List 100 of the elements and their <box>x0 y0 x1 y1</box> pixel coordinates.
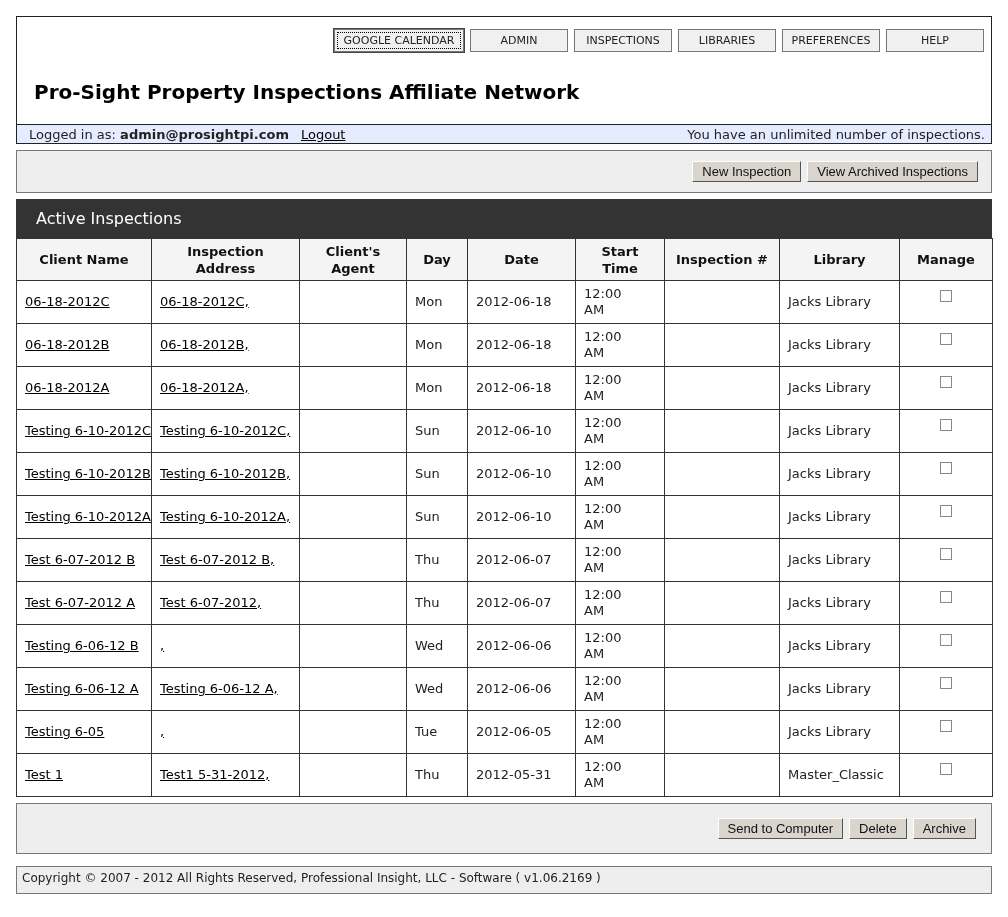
table-cell: Jacks Library <box>779 624 900 668</box>
nav-button[interactable]: HELP <box>886 29 984 52</box>
column-header: Manage <box>899 238 993 281</box>
column-header: Library <box>779 238 900 281</box>
table-cell: 12:00 AM <box>575 366 665 410</box>
manage-checkbox[interactable] <box>940 763 952 775</box>
table-cell: 2012-06-10 <box>467 495 576 539</box>
client-name-link[interactable]: 06-18-2012A <box>25 380 110 395</box>
action-button[interactable]: Send to Computer <box>717 818 844 839</box>
table-cell: Jacks Library <box>779 710 900 754</box>
client-name-link[interactable]: Test 6-07-2012 B <box>25 552 136 567</box>
table-cell: Jacks Library <box>779 452 900 496</box>
table-cell: Thu <box>406 581 468 625</box>
table-cell: Sun <box>406 452 468 496</box>
address-link[interactable]: Testing 6-10-2012C, <box>160 423 291 438</box>
manage-checkbox[interactable] <box>940 720 952 732</box>
address-link[interactable]: , <box>160 638 165 653</box>
client-name-link[interactable]: Testing 6-10-2012C <box>25 423 152 438</box>
nav-button[interactable]: GOOGLE CALENDAR <box>334 29 464 52</box>
manage-checkbox[interactable] <box>940 505 952 517</box>
address-link[interactable]: , <box>160 724 165 739</box>
user-email: admin@prosightpi.com <box>120 126 289 142</box>
table-cell: 2012-06-05 <box>467 710 576 754</box>
table-cell: 12:00 AM <box>575 452 665 496</box>
table-cell: 12:00 AM <box>575 710 665 754</box>
address-link[interactable]: 06-18-2012C, <box>160 294 249 309</box>
table-cell: 12:00 AM <box>575 667 665 711</box>
manage-checkbox[interactable] <box>940 419 952 431</box>
site-title: Pro-Sight Property Inspections Affiliate Network <box>33 79 581 106</box>
column-header: Day <box>406 238 468 281</box>
action-button[interactable]: Delete <box>849 818 907 839</box>
table-title: Active Inspections <box>16 199 992 238</box>
client-name-link[interactable]: Testing 6-10-2012B <box>25 466 152 481</box>
client-name-link[interactable]: Test 6-07-2012 A <box>25 595 136 610</box>
copyright-footer: Copyright © 2007 - 2012 All Rights Reserved, Professional Insight, LLC - Software ( v1.06.2169 ) <box>16 866 992 894</box>
address-link[interactable]: Testing 6-10-2012B, <box>160 466 291 481</box>
table-cell: 12:00 AM <box>575 409 665 453</box>
address-link[interactable]: 06-18-2012B, <box>160 337 249 352</box>
table-cell: 2012-06-18 <box>467 323 576 367</box>
column-header: Client Name <box>16 238 152 281</box>
table-cell: 12:00 AM <box>575 323 665 367</box>
manage-checkbox[interactable] <box>940 591 952 603</box>
nav-button[interactable]: LIBRARIES <box>678 29 776 52</box>
client-name-link[interactable]: Testing 6-06-12 A <box>25 681 139 696</box>
table-cell: Jacks Library <box>779 495 900 539</box>
column-header: Date <box>467 238 576 281</box>
table-cell: 2012-06-07 <box>467 538 576 582</box>
table-cell: Jacks Library <box>779 366 900 410</box>
client-name-link[interactable]: Testing 6-05 <box>25 724 105 739</box>
table-cell: Mon <box>406 323 468 367</box>
table-cell: 2012-05-31 <box>467 753 576 797</box>
address-link[interactable]: Test 6-07-2012, <box>160 595 262 610</box>
logged-in-label: Logged in as: <box>29 126 117 142</box>
manage-checkbox[interactable] <box>940 376 952 388</box>
client-name-link[interactable]: Testing 6-10-2012A <box>25 509 151 524</box>
manage-checkbox[interactable] <box>940 333 952 345</box>
table-cell: Jacks Library <box>779 667 900 711</box>
address-link[interactable]: 06-18-2012A, <box>160 380 249 395</box>
client-name-link[interactable]: 06-18-2012B <box>25 337 110 352</box>
table-cell: Jacks Library <box>779 409 900 453</box>
table-cell: 12:00 AM <box>575 495 665 539</box>
table-cell: 12:00 AM <box>575 753 665 797</box>
nav-button[interactable]: ADMIN <box>470 29 568 52</box>
manage-checkbox[interactable] <box>940 290 952 302</box>
table-cell: Wed <box>406 624 468 668</box>
table-cell: 12:00 AM <box>575 538 665 582</box>
table-cell: Thu <box>406 753 468 797</box>
address-link[interactable]: Testing 6-06-12 A, <box>160 681 278 696</box>
manage-checkbox[interactable] <box>940 677 952 689</box>
nav-button[interactable]: PREFERENCES <box>782 29 880 52</box>
address-link[interactable]: Test 6-07-2012 B, <box>160 552 275 567</box>
address-link[interactable]: Test1 5-31-2012, <box>160 767 270 782</box>
column-header: Client's Agent <box>299 238 407 281</box>
table-cell: 2012-06-06 <box>467 667 576 711</box>
action-button[interactable]: New Inspection <box>692 161 802 182</box>
action-button[interactable]: View Archived Inspections <box>807 161 978 182</box>
address-link[interactable]: Testing 6-10-2012A, <box>160 509 291 524</box>
table-cell: 12:00 AM <box>575 624 665 668</box>
manage-checkbox[interactable] <box>940 634 952 646</box>
table-cell: Mon <box>406 366 468 410</box>
table-cell: Wed <box>406 667 468 711</box>
manage-checkbox[interactable] <box>940 548 952 560</box>
nav-button[interactable]: INSPECTIONS <box>574 29 672 52</box>
client-name-link[interactable]: 06-18-2012C <box>25 294 110 309</box>
table-cell: Thu <box>406 538 468 582</box>
table-cell: 2012-06-06 <box>467 624 576 668</box>
client-name-link[interactable]: Test 1 <box>25 767 63 782</box>
manage-checkbox[interactable] <box>940 462 952 474</box>
table-cell: 2012-06-18 <box>467 366 576 410</box>
action-button[interactable]: Archive <box>912 818 976 839</box>
table-cell: Jacks Library <box>779 581 900 625</box>
client-name-link[interactable]: Testing 6-06-12 B <box>25 638 139 653</box>
table-cell: Master_Classic <box>779 753 900 797</box>
table-cell: 2012-06-10 <box>467 452 576 496</box>
table-cell: 2012-06-10 <box>467 409 576 453</box>
logout-link[interactable]: Logout <box>300 126 346 142</box>
table-cell: Jacks Library <box>779 538 900 582</box>
table-cell: Sun <box>406 409 468 453</box>
column-header: Inspection # <box>664 238 780 281</box>
table-cell: Jacks Library <box>779 280 900 324</box>
